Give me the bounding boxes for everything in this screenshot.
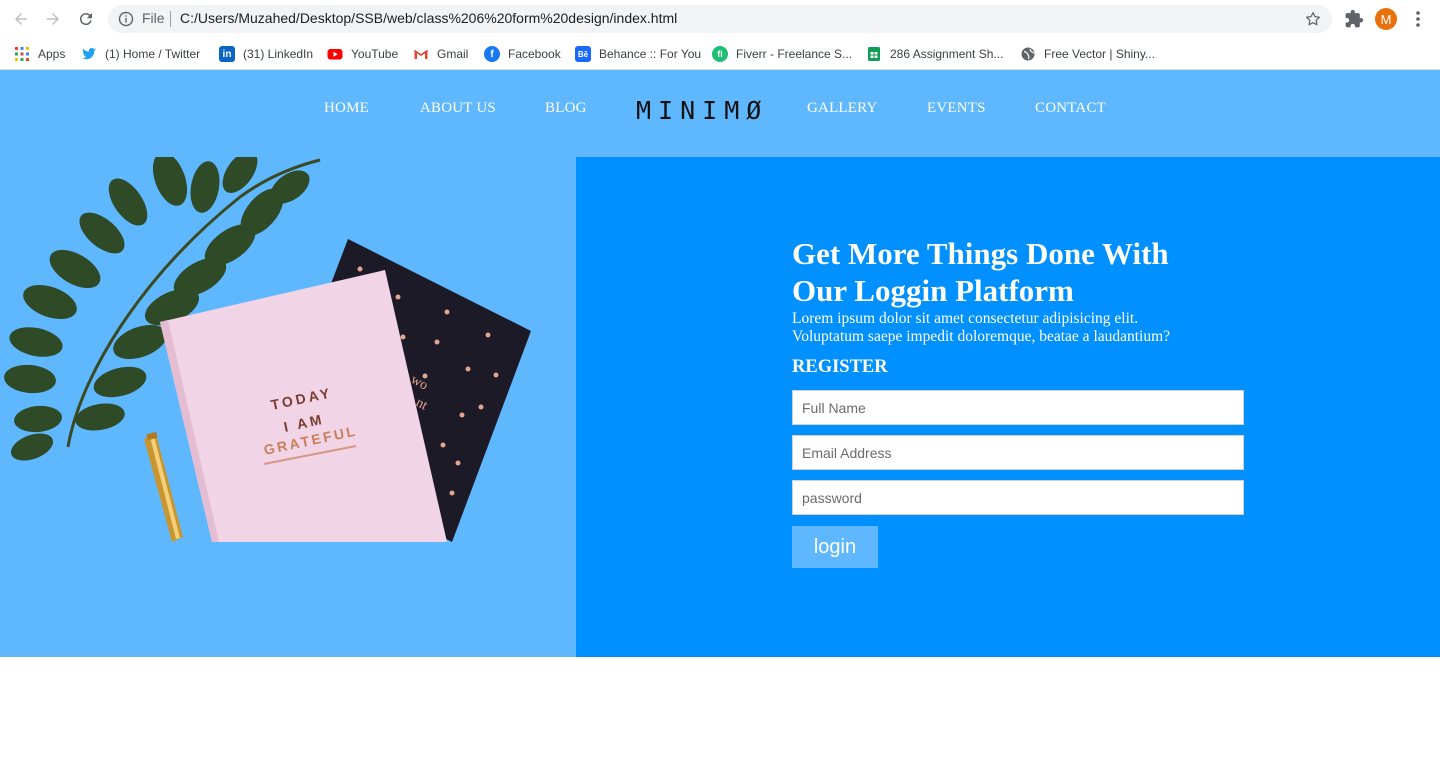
bookmark-label: (31) LinkedIn	[243, 47, 314, 61]
facebook-icon: f	[484, 46, 500, 62]
bookmark-linkedin[interactable]: in (31) LinkedIn	[219, 44, 313, 64]
bookmark-facebook[interactable]: f Facebook	[484, 44, 561, 64]
nav-link-events[interactable]: EVENTS	[927, 100, 986, 117]
register-panel: Get More Things Done With Our Loggin Pla…	[576, 157, 1440, 657]
gmail-icon	[414, 49, 428, 59]
bookmark-freevector[interactable]: Free Vector | Shiny...	[1020, 44, 1155, 64]
bookmark-sheets[interactable]: 286 Assignment Sh...	[866, 44, 1003, 64]
bookmarks-bar: Apps (1) Home / Twitter in (31) LinkedIn…	[0, 38, 1440, 70]
kebab-menu-icon[interactable]	[1410, 9, 1426, 29]
address-bar[interactable]: File C:/Users/Muzahed/Desktop/SSB/web/cl…	[108, 5, 1332, 33]
nav-link-about[interactable]: ABOUT US	[420, 100, 496, 117]
nav-link-blog[interactable]: BLOG	[545, 100, 587, 117]
back-button[interactable]	[9, 7, 33, 31]
site-logo[interactable]: MINIMØ	[636, 96, 768, 125]
bookmark-label: Behance :: For You	[599, 47, 702, 61]
bookmark-apps[interactable]: Apps	[14, 44, 65, 64]
sheets-icon	[868, 47, 880, 61]
hero-section: HOME ABOUT US BLOG MINIMØ GALLERY EVENTS…	[0, 70, 1440, 657]
behance-icon: Bē	[575, 46, 591, 62]
login-button[interactable]: login	[792, 526, 878, 568]
bookmark-star-icon[interactable]	[1304, 10, 1322, 28]
info-icon[interactable]	[118, 11, 134, 27]
site-navbar: HOME ABOUT US BLOG MINIMØ GALLERY EVENTS…	[0, 70, 1440, 157]
password-input[interactable]	[792, 480, 1244, 515]
full-name-input[interactable]	[792, 390, 1244, 425]
browser-chrome: File C:/Users/Muzahed/Desktop/SSB/web/cl…	[0, 0, 1440, 70]
bookmark-gmail[interactable]: Gmail	[413, 44, 468, 64]
youtube-icon	[327, 49, 343, 60]
bookmark-youtube[interactable]: YouTube	[327, 44, 398, 64]
scheme-label: File	[142, 10, 165, 26]
bookmark-label: Facebook	[508, 47, 561, 61]
extensions-puzzle-icon[interactable]	[1344, 9, 1364, 29]
omnibox-divider	[170, 11, 171, 27]
bookmark-label: Fiverr - Freelance S...	[736, 47, 853, 61]
hero-description-line1: Lorem ipsum dolor sit amet consectetur a…	[792, 310, 1139, 327]
hero-heading-line2: Our Loggin Platform	[792, 273, 1074, 308]
globe-icon	[1021, 47, 1035, 61]
forward-arrow-icon	[47, 13, 59, 25]
linkedin-icon: in	[219, 46, 235, 62]
nav-link-contact[interactable]: CONTACT	[1035, 100, 1106, 117]
bookmark-label: 286 Assignment Sh...	[890, 47, 1004, 61]
web-page: HOME ABOUT US BLOG MINIMØ GALLERY EVENTS…	[0, 70, 1440, 769]
hero-heading: Get More Things Done With Our Loggin Pla…	[792, 235, 1212, 309]
hero-description: Lorem ipsum dolor sit amet consectetur a…	[792, 310, 1232, 346]
fiverr-icon: fi	[712, 46, 728, 62]
bookmark-label: Gmail	[437, 47, 469, 61]
bookmark-twitter[interactable]: (1) Home / Twitter	[81, 44, 200, 64]
hero-heading-line1: Get More Things Done With	[792, 236, 1169, 271]
twitter-icon	[82, 48, 96, 60]
profile-avatar[interactable]: M	[1375, 8, 1397, 30]
bookmark-label: (1) Home / Twitter	[105, 47, 201, 61]
reload-icon	[79, 13, 92, 26]
bookmark-label: YouTube	[351, 47, 399, 61]
bookmark-label: Apps	[38, 47, 66, 61]
nav-link-gallery[interactable]: GALLERY	[807, 100, 878, 117]
email-input[interactable]	[792, 435, 1244, 470]
forward-button[interactable]	[41, 7, 65, 31]
hero-description-line2: Voluptatum saepe impedit doloremque, bea…	[792, 328, 1171, 345]
bookmark-behance[interactable]: Bē Behance :: For You	[575, 44, 701, 64]
nav-link-home[interactable]: HOME	[324, 100, 369, 117]
bookmark-fiverr[interactable]: fi Fiverr - Freelance S...	[712, 44, 852, 64]
hero-illustration: wo nt TODAY I AM GRATEFUL	[4, 157, 531, 542]
gold-pen	[144, 431, 183, 542]
register-heading: REGISTER	[792, 357, 888, 377]
url-text[interactable]: C:/Users/Muzahed/Desktop/SSB/web/class%2…	[180, 10, 677, 26]
back-arrow-icon	[15, 13, 27, 25]
reload-button[interactable]	[74, 7, 98, 31]
apps-grid-icon	[15, 47, 29, 61]
bookmark-label: Free Vector | Shiny...	[1044, 47, 1155, 61]
browser-toolbar: File C:/Users/Muzahed/Desktop/SSB/web/cl…	[0, 0, 1440, 38]
